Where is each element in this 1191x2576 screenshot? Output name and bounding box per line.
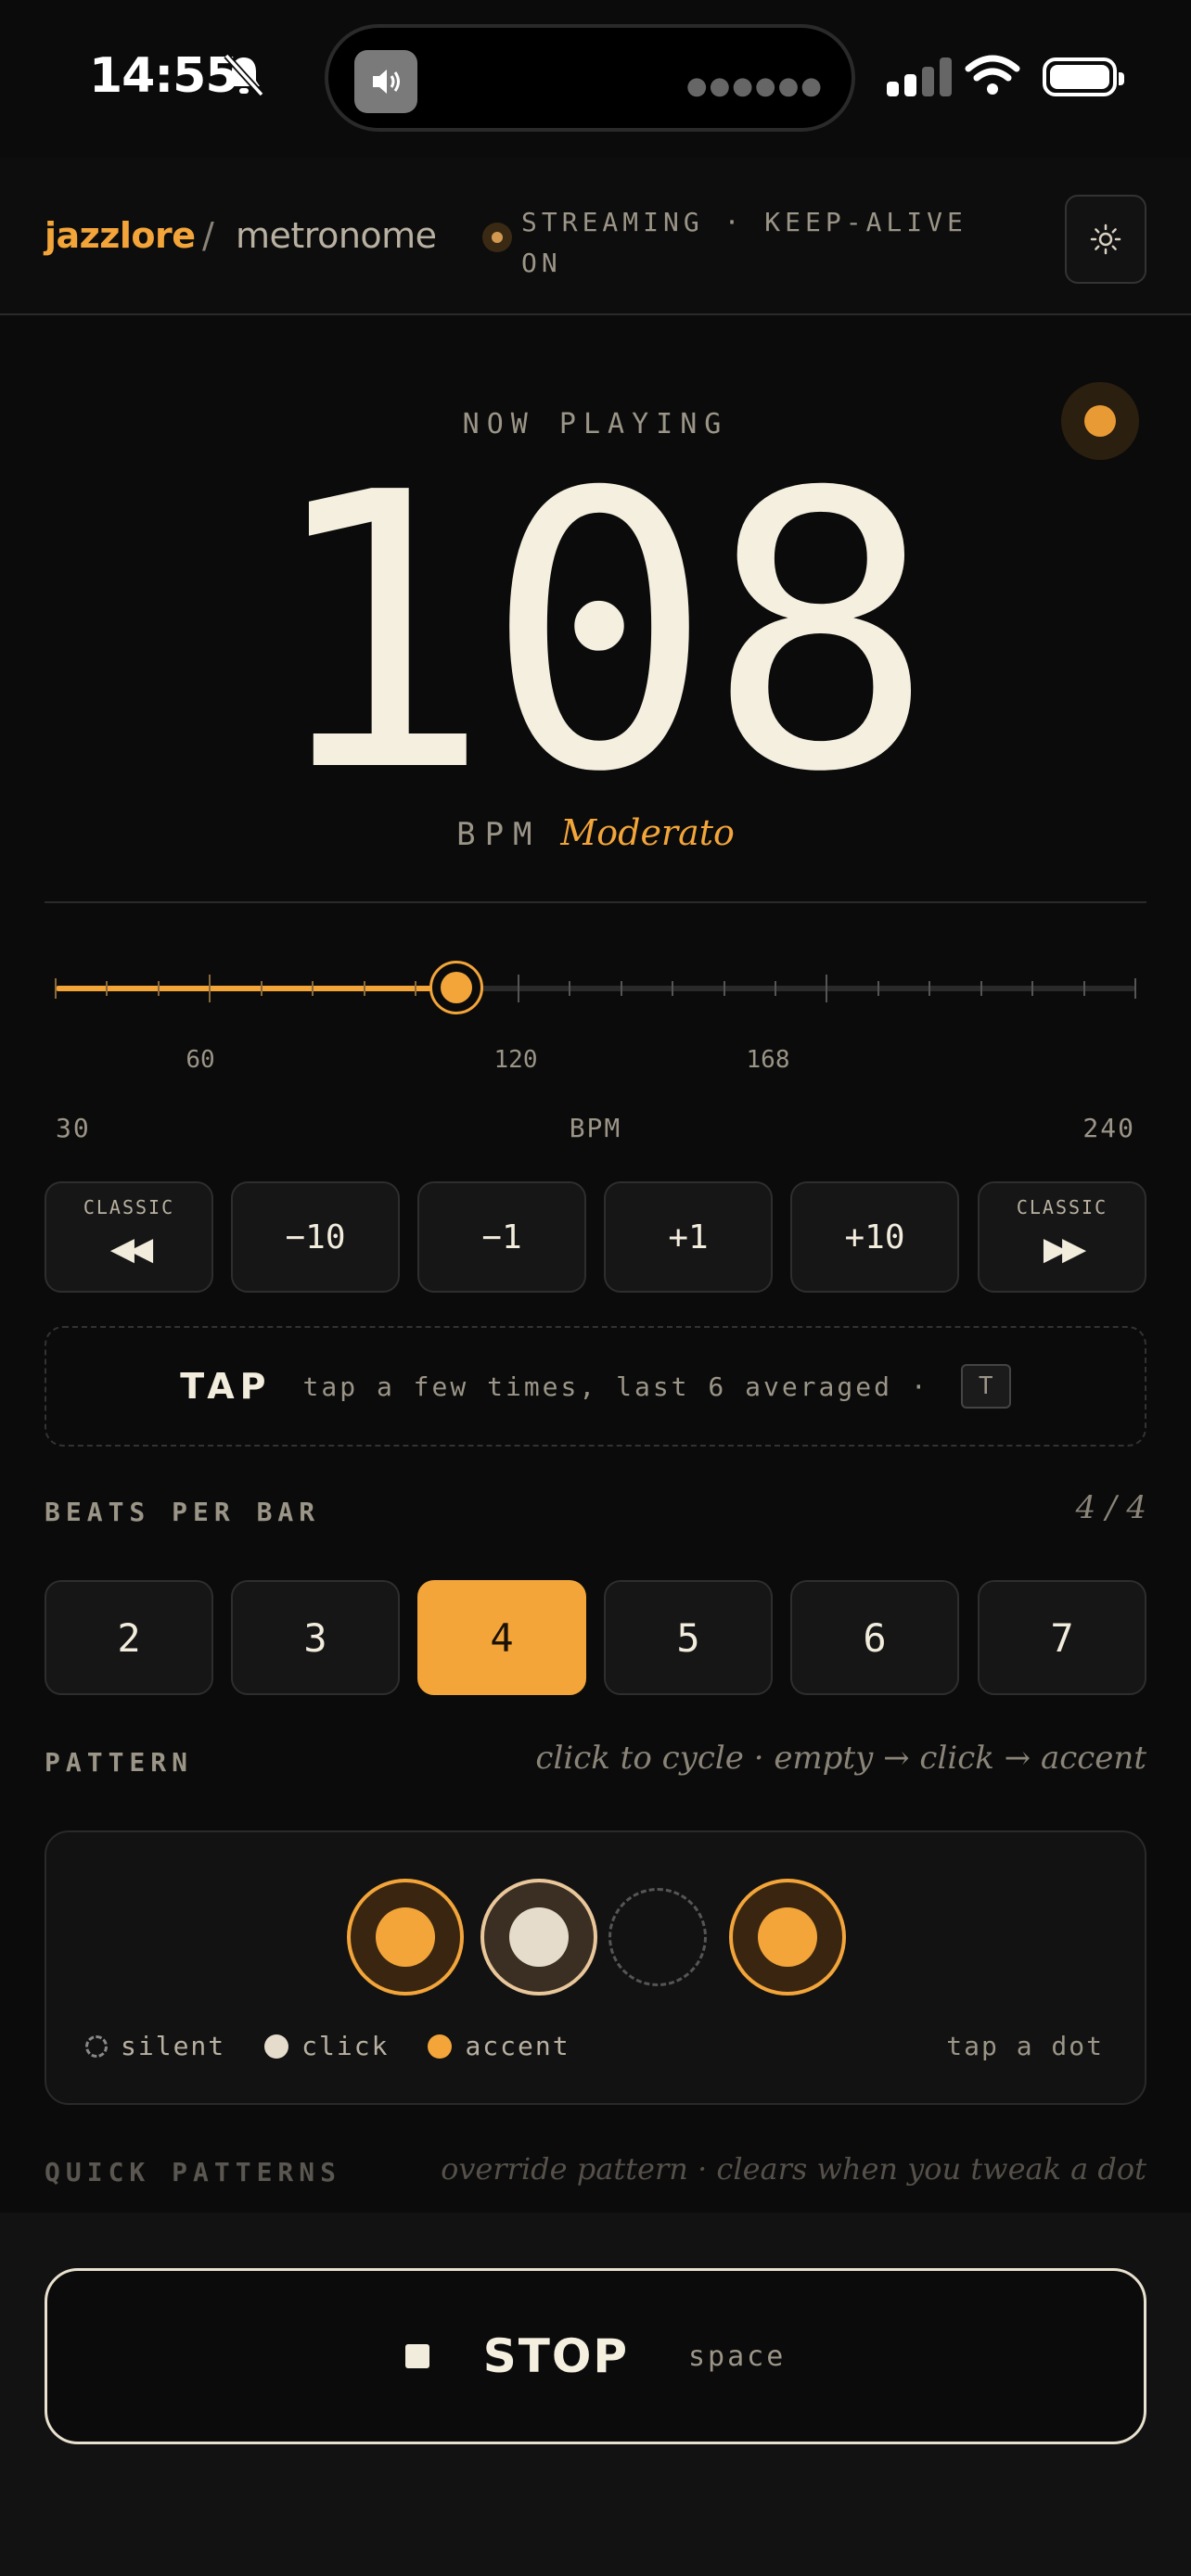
- bpm-step-buttons: CLASSIC ◀◀ −10 −1 +1 +10 CLASSIC ▶▶: [45, 1181, 1146, 1293]
- breadcrumb-current: metronome: [236, 215, 437, 256]
- slider-tick: [620, 981, 622, 996]
- classic-forward-button[interactable]: CLASSIC ▶▶: [978, 1181, 1146, 1293]
- stop-button[interactable]: STOP space: [45, 2268, 1146, 2444]
- plus-10-button[interactable]: +10: [790, 1181, 959, 1293]
- tick-label-168: 168: [746, 1046, 790, 1074]
- quick-patterns-note: override pattern · clears when you tweak…: [441, 2151, 1146, 2187]
- slider-tick: [1082, 981, 1085, 996]
- tick-label-120: 120: [493, 1046, 538, 1074]
- stop-label: STOP: [482, 2329, 629, 2383]
- bpm-caption: BPM Moderato: [0, 812, 1191, 853]
- slider-tick: [363, 981, 365, 996]
- click-swatch-icon: [264, 2034, 289, 2059]
- slider-tick: [209, 975, 211, 1002]
- minus-10-button[interactable]: −10: [231, 1181, 400, 1293]
- slider-tick: [980, 981, 982, 996]
- slider-tick: [260, 981, 263, 996]
- pattern-title: PATTERN: [45, 1747, 194, 1778]
- slider-tick: [928, 981, 931, 996]
- slider-tick: [106, 981, 109, 996]
- slider-tick: [723, 981, 725, 996]
- bpm-slider[interactable]: [45, 955, 1146, 1020]
- pattern-dot-1[interactable]: [347, 1879, 464, 1996]
- range-max-label: 240: [1082, 1113, 1135, 1143]
- quick-patterns-title: QUICK PATTERNS: [45, 2157, 342, 2187]
- status-time: 14:55: [89, 48, 239, 104]
- beats-option-6[interactable]: 6: [790, 1580, 959, 1695]
- tap-tempo-button[interactable]: TAP tap a few times, last 6 averaged · T: [45, 1326, 1146, 1447]
- classic-label: CLASSIC: [83, 1196, 175, 1218]
- pattern-dot-4[interactable]: [729, 1879, 846, 1996]
- brand-link[interactable]: jazzlore: [45, 215, 196, 256]
- bpm-display: 108: [263, 412, 936, 855]
- beats-option-7[interactable]: 7: [978, 1580, 1146, 1695]
- slider-tick: [775, 981, 776, 996]
- range-unit-label: BPM: [569, 1113, 622, 1143]
- plus-1-button[interactable]: +1: [604, 1181, 773, 1293]
- beats-option-3[interactable]: 3: [231, 1580, 400, 1695]
- app-header: jazzlore / metronome STREAMING · KEEP-AL…: [0, 158, 1191, 315]
- tap-hint: tap a few times, last 6 averaged ·: [302, 1371, 929, 1402]
- fast-forward-icon: ▶▶: [1043, 1231, 1086, 1268]
- minus-1-button[interactable]: −1: [417, 1181, 586, 1293]
- streaming-status: STREAMING · KEEP-ALIVE ON: [521, 207, 967, 278]
- slider-tick: [826, 975, 828, 1002]
- rewind-icon: ◀◀: [109, 1231, 153, 1268]
- silent-swatch-icon: [85, 2034, 108, 2058]
- tempo-name: Moderato: [560, 812, 735, 853]
- slider-tick: [415, 981, 416, 996]
- slider-tick: [157, 981, 160, 996]
- slider-tick: [312, 981, 314, 996]
- classic-back-button[interactable]: CLASSIC ◀◀: [45, 1181, 213, 1293]
- pattern-legend: silent click accent: [85, 2031, 609, 2061]
- transport-bar: STOP space: [0, 2213, 1191, 2576]
- beats-option-2[interactable]: 2: [45, 1580, 213, 1695]
- breadcrumb-separator: /: [202, 215, 214, 256]
- classic-label: CLASSIC: [1016, 1196, 1108, 1218]
- slider-thumb[interactable]: [429, 961, 484, 1014]
- time-signature: 4 / 4: [1075, 1489, 1146, 1526]
- beats-per-bar-title: BEATS PER BAR: [45, 1497, 321, 1527]
- battery-icon: [1043, 57, 1124, 96]
- theme-toggle-button[interactable]: [1065, 195, 1146, 284]
- pattern-hint: tap a dot: [946, 2031, 1104, 2061]
- speaker-icon: [354, 50, 417, 113]
- tap-shortcut-key: T: [960, 1364, 1011, 1409]
- audio-level-icon: ●●●●●●: [685, 72, 824, 100]
- wifi-icon: [965, 55, 1020, 95]
- status-bar: 14:55 ●●●●●●: [0, 0, 1191, 158]
- slider-fill: [56, 986, 457, 991]
- pattern-dot-2[interactable]: [480, 1879, 597, 1996]
- stop-icon: [404, 2344, 429, 2368]
- streaming-indicator-icon: [482, 223, 512, 252]
- slider-tick: [569, 981, 571, 996]
- divider: [45, 901, 1146, 903]
- beats-per-bar-selector: 2 3 4 5 6 7: [45, 1580, 1146, 1695]
- slider-tick: [517, 975, 519, 1002]
- dynamic-island: ●●●●●●: [325, 24, 855, 132]
- stop-shortcut: space: [687, 2340, 787, 2373]
- tap-label: TAP: [180, 1366, 272, 1407]
- slider-tick: [1031, 981, 1034, 996]
- legend-accent: accent: [465, 2031, 570, 2061]
- slider-tick: [55, 978, 57, 999]
- pattern-editor: silent click accent tap a dot: [45, 1830, 1146, 2105]
- accent-swatch-icon: [428, 2034, 453, 2059]
- sun-icon: [1090, 223, 1121, 255]
- legend-silent: silent: [121, 2031, 226, 2061]
- bpm-unit: BPM: [456, 816, 542, 853]
- beats-option-5[interactable]: 5: [604, 1580, 773, 1695]
- slider-tick: [1134, 978, 1136, 999]
- pattern-dot-3[interactable]: [608, 1888, 707, 1986]
- slider-tick: [877, 981, 879, 996]
- legend-click: click: [301, 2031, 390, 2061]
- pattern-instructions: click to cycle · empty → click → accent: [535, 1740, 1146, 1777]
- slider-tick: [672, 981, 674, 996]
- bell-muted-icon: [224, 53, 264, 97]
- beats-option-4[interactable]: 4: [417, 1580, 586, 1695]
- cellular-signal-icon: [887, 57, 952, 96]
- tick-label-60: 60: [186, 1046, 215, 1074]
